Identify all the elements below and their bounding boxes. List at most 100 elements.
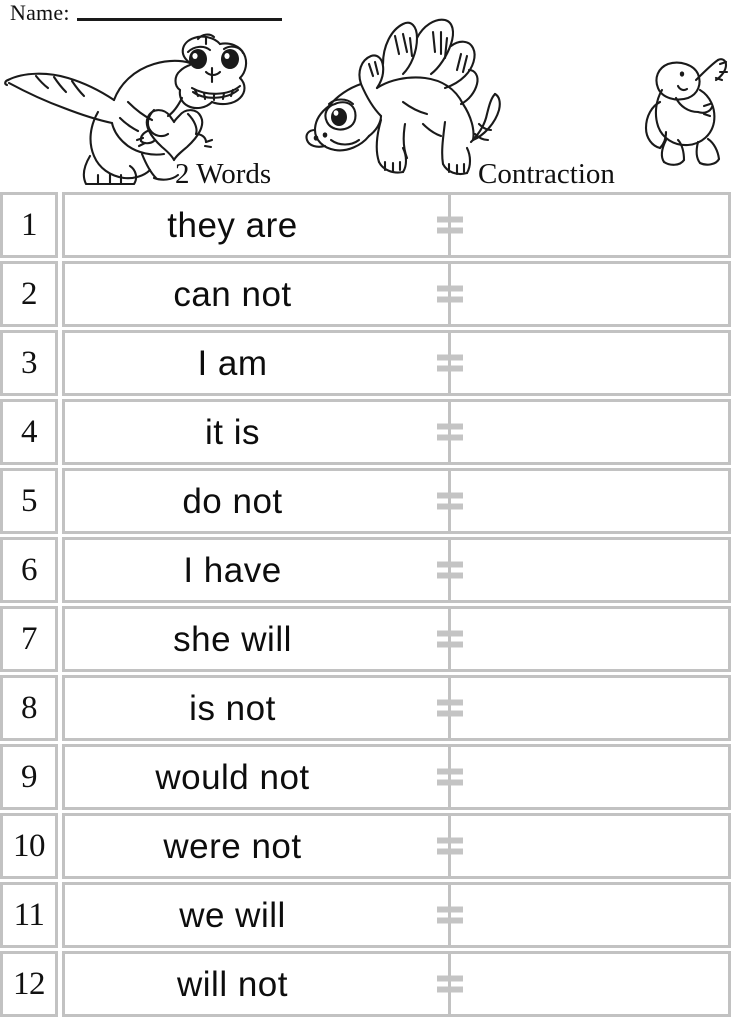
- table-row: 9 would not: [0, 744, 736, 810]
- row-number: 5: [21, 482, 38, 519]
- row-number: 11: [13, 896, 45, 933]
- row-number-cell: 10: [0, 813, 58, 879]
- two-words-text: is not: [189, 688, 276, 728]
- row-number-cell: 9: [0, 744, 58, 810]
- contraction-answer-blank[interactable]: [451, 816, 728, 876]
- equals-sign-icon: [437, 837, 463, 855]
- two-words-cell: do not: [65, 471, 448, 531]
- two-words-text: will not: [177, 964, 288, 1004]
- two-words-cell: I have: [65, 540, 448, 600]
- column-heading-contraction: Contraction: [478, 158, 615, 190]
- row-number: 12: [13, 965, 46, 1002]
- row-content-cell: they are: [62, 192, 731, 258]
- two-words-cell: will not: [65, 954, 448, 1014]
- two-words-text: she will: [173, 619, 292, 659]
- name-label: Name:: [10, 0, 70, 25]
- row-number-cell: 1: [0, 192, 58, 258]
- row-number: 6: [21, 551, 38, 588]
- two-words-text: do not: [182, 481, 283, 521]
- table-row: 11 we will: [0, 882, 736, 948]
- two-words-cell: can not: [65, 264, 448, 324]
- two-words-text: can not: [173, 274, 292, 314]
- table-row: 7 she will: [0, 606, 736, 672]
- row-content-cell: it is: [62, 399, 731, 465]
- table-row: 4 it is: [0, 399, 736, 465]
- contraction-answer-blank[interactable]: [451, 195, 728, 255]
- row-number-cell: 8: [0, 675, 58, 741]
- row-content-cell: she will: [62, 606, 731, 672]
- two-words-cell: we will: [65, 885, 448, 945]
- contractions-table: 1 they are 2 can not 3 I am 4 it is 5 do not 6 I ha…: [0, 192, 736, 1020]
- row-number-cell: 7: [0, 606, 58, 672]
- row-content-cell: will not: [62, 951, 731, 1017]
- row-content-cell: I have: [62, 537, 731, 603]
- contraction-answer-blank[interactable]: [451, 747, 728, 807]
- two-words-cell: were not: [65, 816, 448, 876]
- equals-sign-icon: [437, 423, 463, 441]
- two-words-cell: would not: [65, 747, 448, 807]
- equals-sign-icon: [437, 768, 463, 786]
- row-number: 9: [21, 758, 38, 795]
- two-words-cell: she will: [65, 609, 448, 669]
- table-row: 10 were not: [0, 813, 736, 879]
- row-content-cell: would not: [62, 744, 731, 810]
- two-words-text: I am: [197, 343, 268, 383]
- row-number: 7: [21, 620, 38, 657]
- row-number-cell: 5: [0, 468, 58, 534]
- row-content-cell: we will: [62, 882, 731, 948]
- name-field-row: Name:: [10, 2, 282, 24]
- equals-sign-icon: [437, 699, 463, 717]
- contraction-answer-blank[interactable]: [451, 609, 728, 669]
- row-content-cell: can not: [62, 261, 731, 327]
- equals-sign-icon: [437, 354, 463, 372]
- row-content-cell: were not: [62, 813, 731, 879]
- contraction-answer-blank[interactable]: [451, 885, 728, 945]
- two-words-cell: I am: [65, 333, 448, 393]
- row-number-cell: 4: [0, 399, 58, 465]
- row-number: 2: [21, 275, 38, 312]
- equals-sign-icon: [437, 630, 463, 648]
- two-words-text: would not: [155, 757, 310, 797]
- row-content-cell: do not: [62, 468, 731, 534]
- equals-sign-icon: [437, 561, 463, 579]
- row-content-cell: is not: [62, 675, 731, 741]
- two-words-text: we will: [179, 895, 286, 935]
- row-number: 4: [21, 413, 38, 450]
- equals-sign-icon: [437, 216, 463, 234]
- table-row: 3 I am: [0, 330, 736, 396]
- row-number: 1: [21, 206, 38, 243]
- two-words-text: it is: [205, 412, 260, 452]
- two-words-cell: it is: [65, 402, 448, 462]
- contraction-answer-blank[interactable]: [451, 471, 728, 531]
- row-number-cell: 6: [0, 537, 58, 603]
- equals-sign-icon: [437, 906, 463, 924]
- row-number: 3: [21, 344, 38, 381]
- contraction-answer-blank[interactable]: [451, 333, 728, 393]
- equals-sign-icon: [437, 285, 463, 303]
- column-heading-two-words: 2 Words: [175, 158, 272, 190]
- equals-sign-icon: [437, 492, 463, 510]
- baby-dinosaur-waving-icon: [640, 44, 732, 168]
- row-number: 10: [13, 827, 46, 864]
- two-words-cell: they are: [65, 195, 448, 255]
- contraction-answer-blank[interactable]: [451, 264, 728, 324]
- contraction-answer-blank[interactable]: [451, 954, 728, 1014]
- two-words-text: I have: [183, 550, 282, 590]
- table-row: 2 can not: [0, 261, 736, 327]
- row-number-cell: 2: [0, 261, 58, 327]
- row-number: 8: [21, 689, 38, 726]
- row-number-cell: 12: [0, 951, 58, 1017]
- table-row: 8 is not: [0, 675, 736, 741]
- equals-sign-icon: [437, 975, 463, 993]
- contraction-answer-blank[interactable]: [451, 402, 728, 462]
- contraction-answer-blank[interactable]: [451, 678, 728, 738]
- contraction-answer-blank[interactable]: [451, 540, 728, 600]
- table-row: 12 will not: [0, 951, 736, 1017]
- row-content-cell: I am: [62, 330, 731, 396]
- row-number-cell: 11: [0, 882, 58, 948]
- table-row: 6 I have: [0, 537, 736, 603]
- two-words-text: were not: [163, 826, 302, 866]
- name-input-blank[interactable]: [76, 18, 282, 21]
- row-number-cell: 3: [0, 330, 58, 396]
- table-row: 1 they are: [0, 192, 736, 258]
